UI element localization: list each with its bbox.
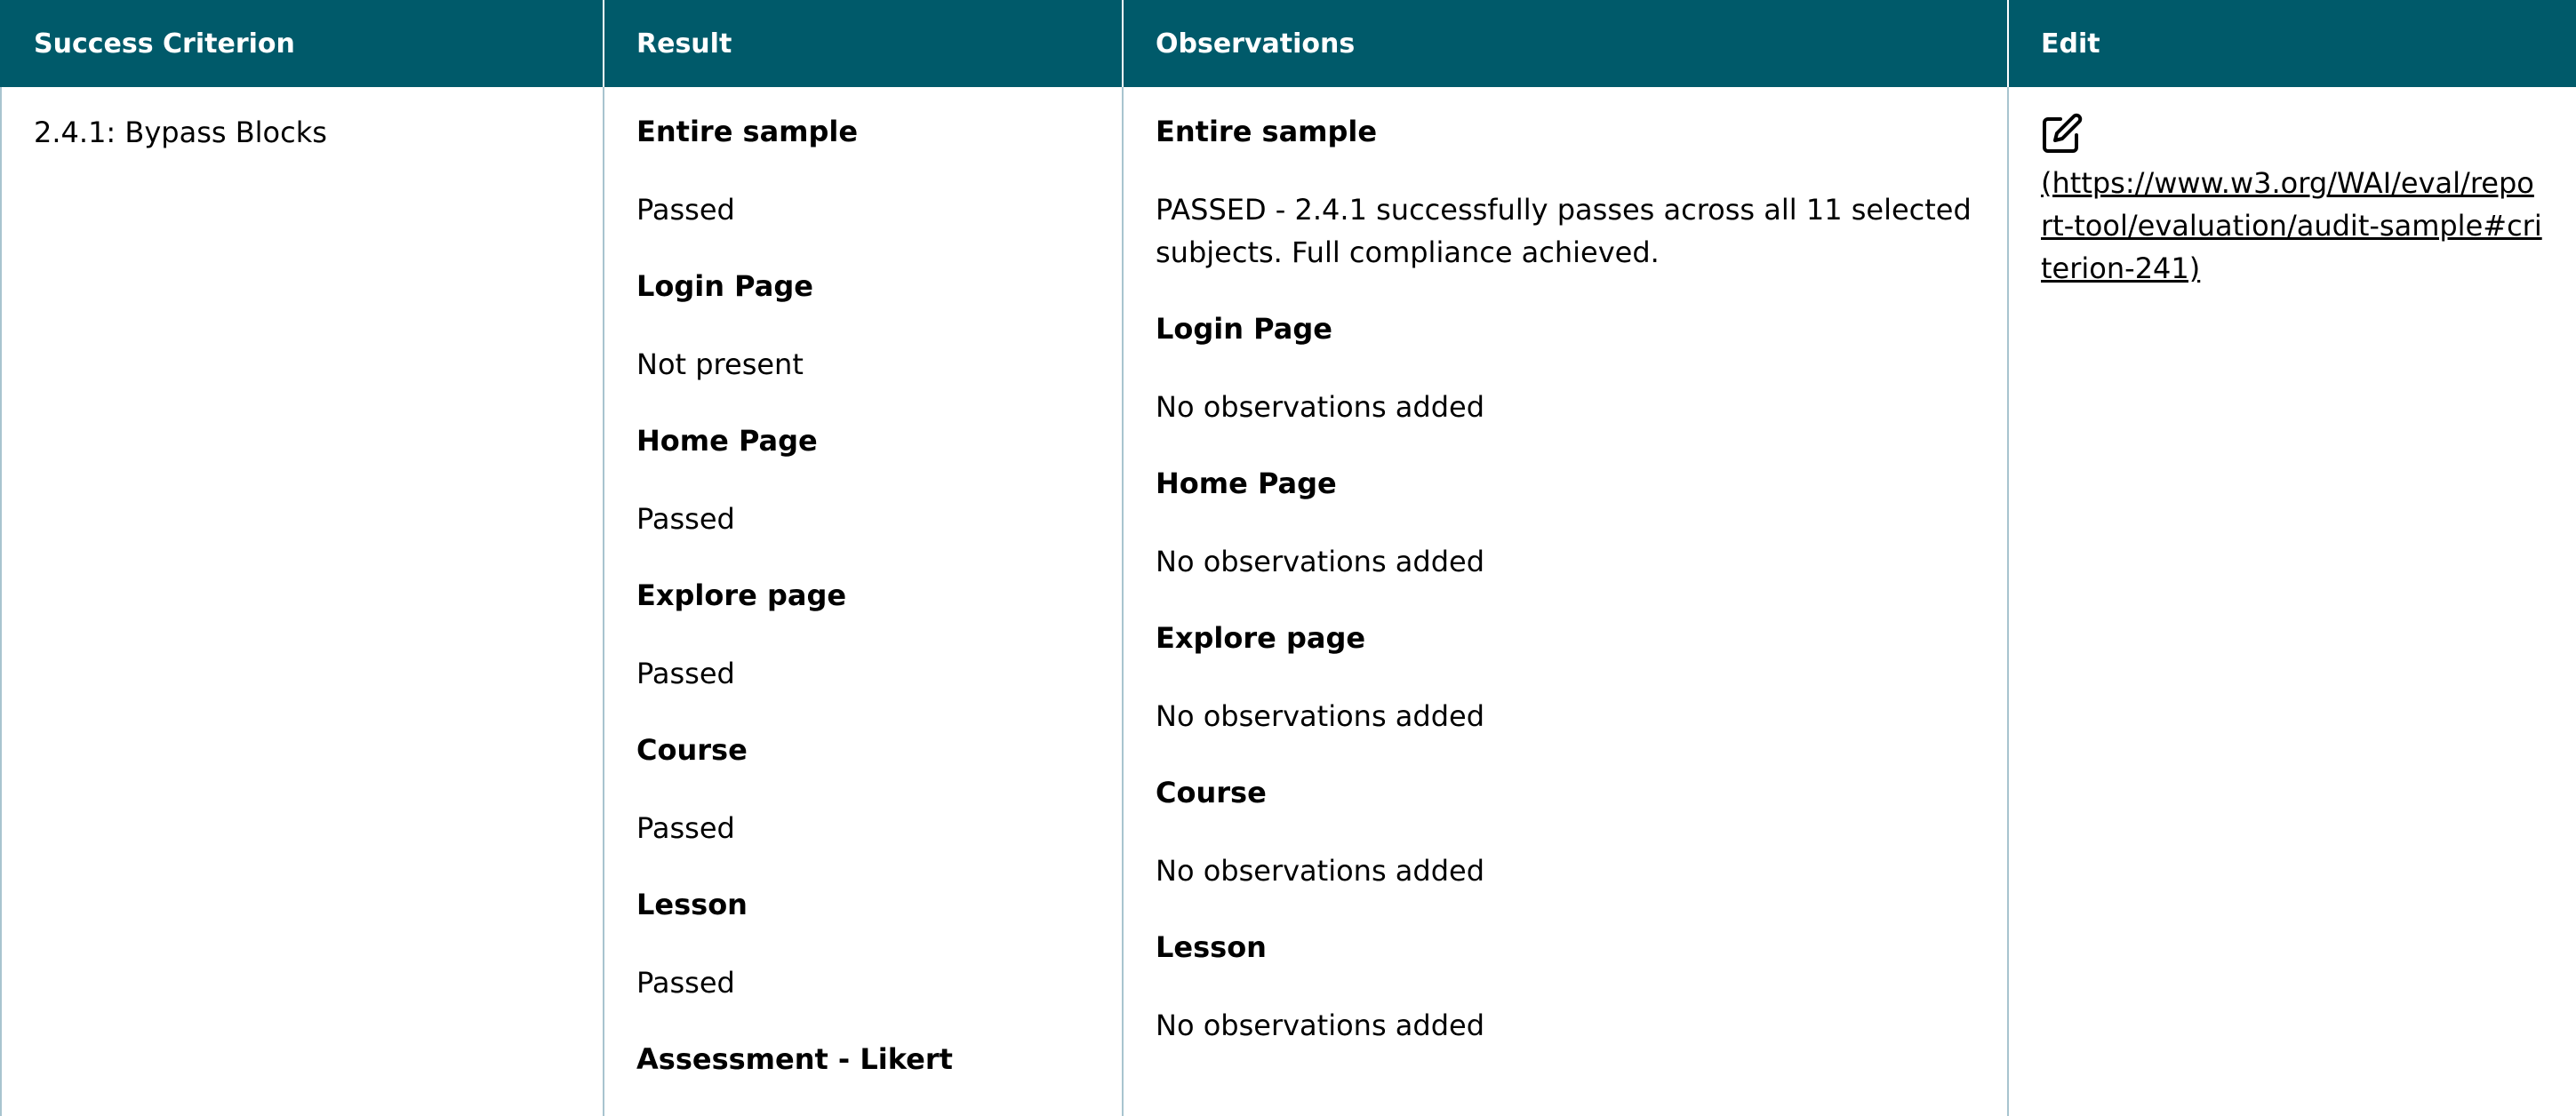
edit-icon[interactable] — [2041, 112, 2084, 155]
report-table: Success Criterion Result Observations Ed… — [0, 0, 2576, 1116]
observation-text: No observations added — [1156, 1008, 1485, 1042]
result-entry: Entire sample Passed — [636, 112, 1090, 231]
edit-cell: (https://www.w3.org/WAI/eval/report-tool… — [2007, 87, 2576, 1116]
table-header: Success Criterion Result Observations Ed… — [0, 0, 2576, 87]
result-subject-value: Not present — [636, 347, 804, 381]
result-entry: Assessment - Likert — [636, 1040, 1090, 1079]
observation-text: No observations added — [1156, 390, 1485, 424]
observation-subject-title: Course — [1156, 776, 1267, 809]
observation-subject-title: Explore page — [1156, 621, 1366, 655]
observation-entry: Course No observations added — [1156, 773, 1975, 892]
observation-subject-title: Lesson — [1156, 930, 1267, 964]
observation-text: No observations added — [1156, 699, 1485, 733]
result-subject-title: Lesson — [636, 888, 748, 921]
header-result: Result — [603, 0, 1123, 87]
observation-entry: Lesson No observations added — [1156, 928, 1975, 1047]
observation-text: No observations added — [1156, 545, 1485, 578]
observation-entry: Login Page No observations added — [1156, 309, 1975, 428]
result-subject-title: Entire sample — [636, 115, 859, 148]
result-entry: Home Page Passed — [636, 421, 1090, 540]
result-subject-title: Login Page — [636, 269, 813, 303]
result-cell: Entire sample Passed Login Page Not pres… — [603, 87, 1124, 1116]
result-subject-value: Passed — [636, 193, 735, 227]
header-observations: Observations — [1122, 0, 2008, 87]
header-edit: Edit — [2007, 0, 2576, 87]
result-entry: Lesson Passed — [636, 885, 1090, 1004]
result-subject-value: Passed — [636, 502, 735, 536]
observations-cell: Entire sample PASSED - 2.4.1 successfull… — [1122, 87, 2009, 1116]
table-row: 2.4.1: Bypass Blocks Entire sample Passe… — [0, 87, 2576, 1116]
edit-criterion-link[interactable]: (https://www.w3.org/WAI/eval/report-tool… — [2041, 162, 2544, 290]
observation-text: PASSED - 2.4.1 successfully passes acros… — [1156, 193, 1972, 269]
result-subject-title: Home Page — [636, 424, 818, 458]
criterion-name: 2.4.1: Bypass Blocks — [34, 116, 327, 149]
observation-subject-title: Login Page — [1156, 312, 1332, 346]
result-subject-title: Assessment - Likert — [636, 1042, 953, 1076]
observation-subject-title: Entire sample — [1156, 115, 1378, 148]
result-entry: Login Page Not present — [636, 267, 1090, 386]
observation-entry: Home Page No observations added — [1156, 464, 1975, 583]
observation-text: No observations added — [1156, 854, 1485, 888]
result-subject-title: Course — [636, 733, 748, 767]
table-body: 2.4.1: Bypass Blocks Entire sample Passe… — [0, 87, 2576, 1116]
result-subject-value: Passed — [636, 657, 735, 690]
observation-entry: Entire sample PASSED - 2.4.1 successfull… — [1156, 112, 1975, 274]
result-entry: Explore page Passed — [636, 576, 1090, 695]
criterion-cell: 2.4.1: Bypass Blocks — [0, 87, 604, 1116]
result-subject-title: Explore page — [636, 578, 847, 612]
result-subject-value: Passed — [636, 966, 735, 1000]
observation-entry: Explore page No observations added — [1156, 618, 1975, 737]
result-subject-value: Passed — [636, 811, 735, 845]
observation-subject-title: Home Page — [1156, 466, 1337, 500]
result-entry: Course Passed — [636, 730, 1090, 849]
header-success-criterion: Success Criterion — [0, 0, 604, 87]
header-row: Success Criterion Result Observations Ed… — [0, 0, 2576, 87]
